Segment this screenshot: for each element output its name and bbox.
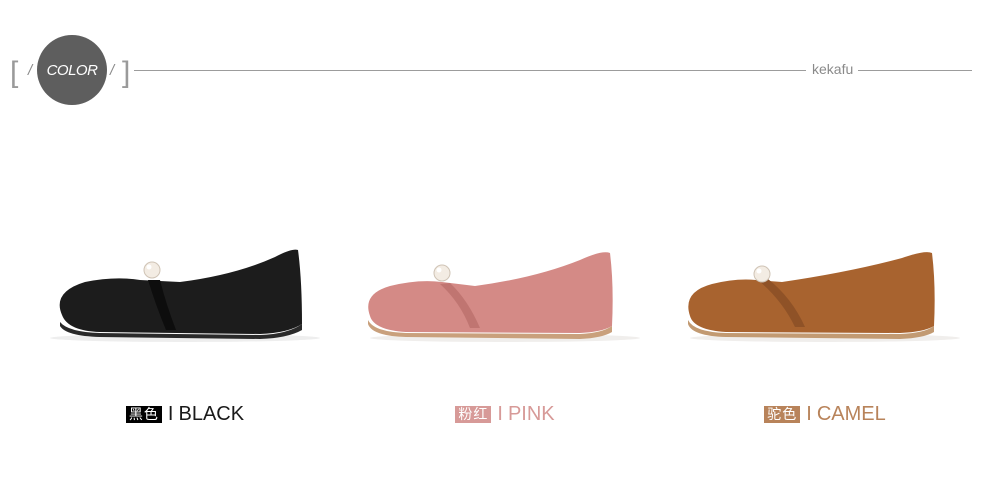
caption-black: 黑色 I BLACK: [30, 403, 340, 426]
product-black: 黑色 I BLACK: [30, 220, 340, 450]
color-name-en: BLACK: [178, 403, 245, 425]
color-badge-label: COLOR: [46, 61, 98, 79]
color-tag-cn: 粉红: [455, 406, 492, 423]
shoe-image-camel: [688, 252, 960, 342]
color-name-en: CAMEL: [816, 403, 886, 425]
divider-line-right: [858, 70, 972, 71]
right-bracket: ]: [122, 56, 131, 89]
caption-separator: I: [806, 403, 812, 425]
caption-pink: 粉红 I PINK: [350, 403, 660, 426]
product-camel: 驼色 I CAMEL: [670, 220, 980, 450]
color-badge: COLOR: [37, 35, 107, 105]
left-bracket: [: [10, 56, 19, 89]
left-slash: /: [28, 62, 33, 79]
right-slash: /: [110, 62, 115, 79]
color-tag-cn: 黑色: [125, 406, 162, 423]
product-colors: 黑色 I BLACK 粉红 I PINK 驼色 I CAMEL: [0, 220, 990, 450]
shoe-image-black: [50, 249, 320, 342]
caption-separator: I: [167, 403, 174, 425]
shoe-image-pink: [368, 252, 640, 342]
caption-camel: 驼色 I CAMEL: [670, 403, 980, 426]
product-pink: 粉红 I PINK: [350, 220, 660, 450]
color-tag-cn: 驼色: [764, 406, 801, 423]
caption-separator: I: [497, 403, 503, 425]
color-name-en: PINK: [507, 403, 555, 425]
brand-name: kekafu: [812, 61, 854, 77]
divider-line: [134, 70, 806, 71]
section-header: [ / COLOR / ] kekafu: [0, 0, 990, 140]
